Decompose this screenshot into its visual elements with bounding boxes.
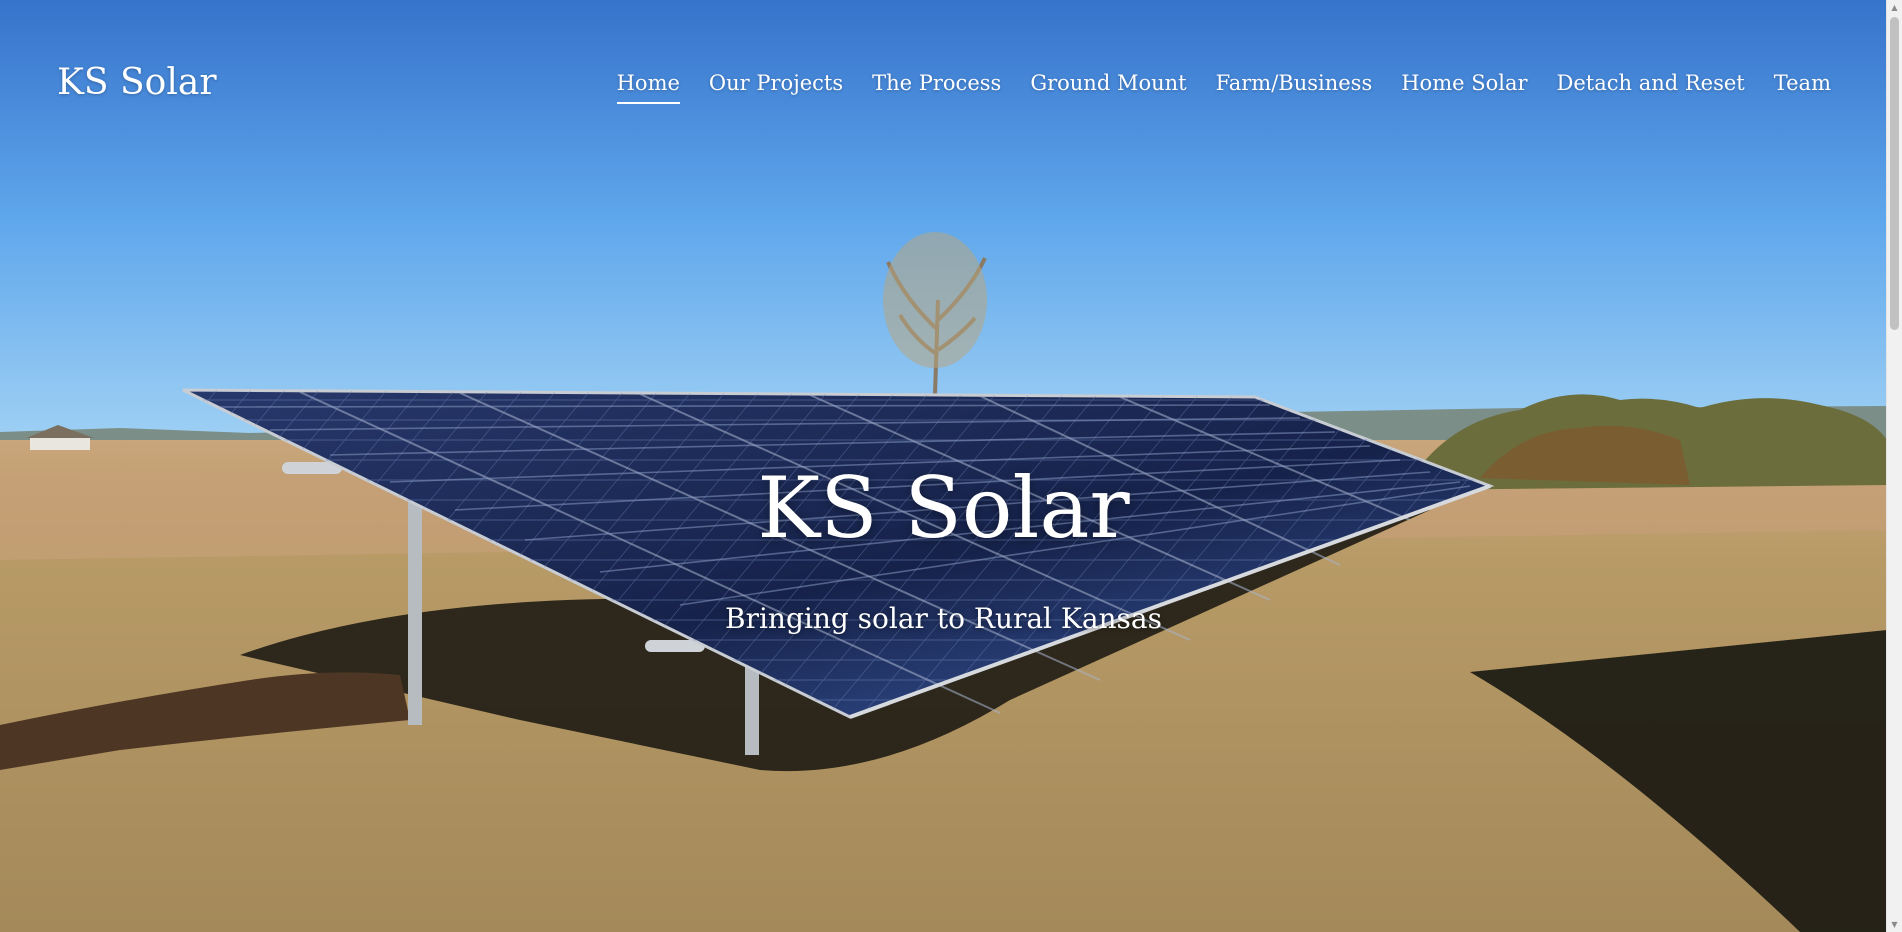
nav-home-solar[interactable]: Home Solar <box>1401 70 1527 104</box>
nav-farm-business[interactable]: Farm/Business <box>1216 70 1373 104</box>
nav-home[interactable]: Home <box>616 70 681 104</box>
scroll-down-arrow-icon[interactable]: ▼ <box>1887 917 1902 932</box>
site-header: KS Solar Home Our Projects The Process G… <box>0 0 1887 165</box>
scroll-up-arrow-icon[interactable]: ▲ <box>1887 0 1902 15</box>
nav-team[interactable]: Team <box>1774 70 1831 104</box>
hero-section: KS Solar Home Our Projects The Process G… <box>0 0 1887 932</box>
site-logo[interactable]: KS Solar <box>57 61 217 105</box>
hero-subtitle: Bringing solar to Rural Kansas <box>725 602 1162 635</box>
nav-detach-and-reset[interactable]: Detach and Reset <box>1557 70 1745 104</box>
hero-title: KS Solar <box>757 459 1130 557</box>
main-nav: Home Our Projects The Process Ground Mou… <box>616 70 1831 104</box>
nav-ground-mount[interactable]: Ground Mount <box>1030 70 1186 104</box>
nav-the-process[interactable]: The Process <box>872 70 1001 104</box>
page-scrollbar[interactable]: ▲ ▼ <box>1886 0 1902 932</box>
nav-our-projects[interactable]: Our Projects <box>709 70 843 104</box>
scrollbar-thumb[interactable] <box>1890 17 1899 330</box>
